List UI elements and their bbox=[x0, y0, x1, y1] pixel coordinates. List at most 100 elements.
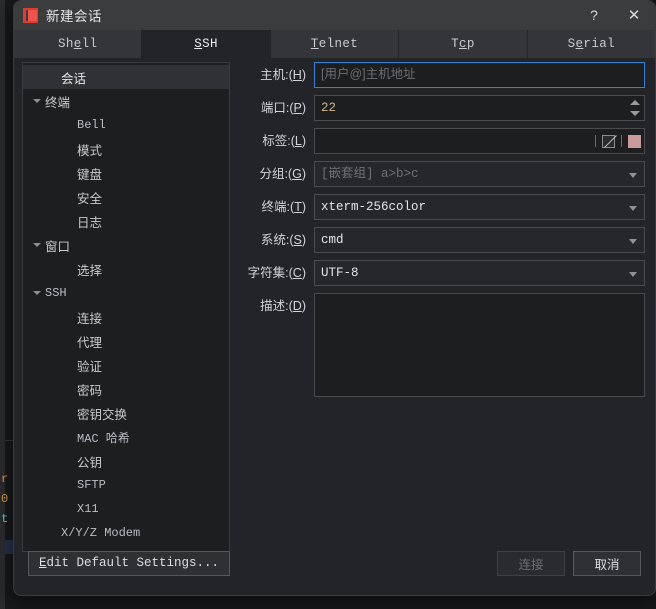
tree-item-label: SSH bbox=[45, 286, 67, 300]
dialog-footer: Edit Default Settings... 连接 取消 bbox=[14, 540, 655, 586]
tab-label: Serial bbox=[568, 37, 615, 51]
tab-ssh[interactable]: SSH bbox=[142, 30, 270, 58]
port-input[interactable] bbox=[314, 95, 645, 121]
tree-item[interactable]: 终端 bbox=[23, 89, 229, 113]
twisty-expanded-icon[interactable] bbox=[29, 243, 45, 247]
description-textarea[interactable] bbox=[314, 293, 645, 397]
terminal-row: 终端:(T) xterm-256color bbox=[242, 194, 645, 220]
tag-separator-icon bbox=[621, 135, 622, 147]
tab-telnet[interactable]: Telnet bbox=[271, 30, 399, 58]
tab-shell[interactable]: Shell bbox=[14, 30, 142, 58]
system-label: 系统:(S) bbox=[242, 227, 314, 253]
chevron-down-icon bbox=[629, 173, 637, 178]
tree-item-label: 公钥 bbox=[77, 452, 102, 471]
terminal-label: 终端:(T) bbox=[242, 194, 314, 220]
tab-tcp[interactable]: Tcp bbox=[399, 30, 527, 58]
dialog-title: 新建会话 bbox=[46, 5, 102, 25]
tree-item[interactable]: 连接 bbox=[23, 305, 229, 329]
tree-item-label: X11 bbox=[77, 502, 99, 516]
port-row: 端口:(P) bbox=[242, 95, 645, 121]
tree-item-label: 选择 bbox=[77, 260, 102, 279]
group-select[interactable]: [嵌套组] a>b>c bbox=[314, 161, 645, 187]
tree-item[interactable]: SSH bbox=[23, 281, 229, 305]
tab-label: Telnet bbox=[311, 37, 358, 51]
tree-item-label: 窗口 bbox=[45, 236, 70, 255]
tab-serial[interactable]: Serial bbox=[528, 30, 655, 58]
settings-tree[interactable]: 会话终端 Bell 模式键盘安全日志窗口选择 SSH 连接代理验证密码密钥交换 MAC 哈… bbox=[22, 62, 230, 552]
protocol-tabbar: Shell SSH Telnet Tcp Serial bbox=[14, 30, 655, 58]
charset-select-value: UTF-8 bbox=[321, 266, 359, 280]
port-stepper bbox=[627, 97, 643, 119]
terminal-select[interactable]: xterm-256color bbox=[314, 194, 645, 220]
chevron-down-icon bbox=[629, 206, 637, 211]
no-color-icon[interactable] bbox=[602, 135, 615, 148]
charset-label: 字符集:(C) bbox=[242, 260, 314, 286]
tree-item[interactable]: 模式 bbox=[23, 137, 229, 161]
tree-item[interactable]: 验证 bbox=[23, 353, 229, 377]
tag-color-swatch[interactable] bbox=[628, 135, 641, 148]
window-buttons: ? ✕ bbox=[575, 0, 655, 30]
tree-item-label: 日志 bbox=[77, 212, 102, 231]
tree-item[interactable]: 代理 bbox=[23, 329, 229, 353]
edit-default-settings-button[interactable]: Edit Default Settings... bbox=[28, 551, 230, 576]
chevron-down-icon bbox=[629, 239, 637, 244]
twisty-expanded-icon[interactable] bbox=[29, 291, 45, 295]
tag-separator-icon bbox=[595, 135, 596, 147]
tree-item-label: 安全 bbox=[77, 188, 102, 207]
system-select-value: cmd bbox=[321, 233, 344, 247]
tree-item[interactable]: Bell bbox=[23, 113, 229, 137]
chevron-down-icon bbox=[629, 272, 637, 277]
tag-row: 标签:(L) bbox=[242, 128, 645, 154]
tree-item-label: 终端 bbox=[45, 92, 70, 111]
stepper-up-icon[interactable] bbox=[630, 100, 640, 105]
tree-item[interactable]: MAC 哈希 bbox=[23, 425, 229, 449]
twisty-expanded-icon[interactable] bbox=[29, 99, 45, 103]
tree-item-label: 验证 bbox=[77, 356, 102, 375]
tree-item[interactable]: 键盘 bbox=[23, 161, 229, 185]
tree-item[interactable]: SFTP bbox=[23, 473, 229, 497]
tab-label: Shell bbox=[58, 37, 98, 51]
tree-item-label: 会话 bbox=[61, 68, 86, 87]
tree-item-label: MAC 哈希 bbox=[77, 429, 130, 446]
tab-label: Tcp bbox=[451, 37, 475, 51]
group-label: 分组:(G) bbox=[242, 161, 314, 187]
connect-button[interactable]: 连接 bbox=[497, 551, 565, 576]
host-input[interactable] bbox=[314, 62, 645, 88]
tree-item-label: 代理 bbox=[77, 332, 102, 351]
tree-item[interactable]: 日志 bbox=[23, 209, 229, 233]
system-select[interactable]: cmd bbox=[314, 227, 645, 253]
host-row: 主机:(H) bbox=[242, 62, 645, 88]
description-row: 描述:(D) bbox=[242, 293, 645, 402]
app-logo-icon bbox=[23, 8, 38, 23]
dialog-titlebar[interactable]: 新建会话 ? ✕ bbox=[14, 0, 655, 30]
help-button[interactable]: ? bbox=[575, 0, 613, 30]
stepper-down-icon[interactable] bbox=[630, 111, 640, 116]
tree-item[interactable]: X11 bbox=[23, 497, 229, 521]
tree-item-label: X/Y/Z Modem bbox=[61, 526, 140, 540]
tree-item-label: 键盘 bbox=[77, 164, 102, 183]
group-select-value: [嵌套组] a>b>c bbox=[321, 167, 419, 181]
tree-item-label: 密钥交换 bbox=[77, 404, 127, 423]
tag-tools bbox=[595, 128, 641, 154]
group-row: 分组:(G) [嵌套组] a>b>c bbox=[242, 161, 645, 187]
tree-item[interactable]: 密码 bbox=[23, 377, 229, 401]
tab-label: SSH bbox=[194, 37, 218, 51]
tree-item[interactable]: 公钥 bbox=[23, 449, 229, 473]
charset-select[interactable]: UTF-8 bbox=[314, 260, 645, 286]
tree-item[interactable]: 选择 bbox=[23, 257, 229, 281]
tree-item-label: 连接 bbox=[77, 308, 102, 327]
port-label: 端口:(P) bbox=[242, 95, 314, 121]
close-icon[interactable]: ✕ bbox=[613, 0, 655, 30]
cancel-button[interactable]: 取消 bbox=[573, 551, 641, 576]
host-label: 主机:(H) bbox=[242, 62, 314, 88]
session-form: 主机:(H) 端口:(P) bbox=[242, 62, 645, 409]
tree-item-label: 模式 bbox=[77, 140, 102, 159]
charset-row: 字符集:(C) UTF-8 bbox=[242, 260, 645, 286]
system-row: 系统:(S) cmd bbox=[242, 227, 645, 253]
tree-item[interactable]: 会话 bbox=[23, 65, 229, 89]
new-session-dialog: 新建会话 ? ✕ Shell SSH Telnet Tcp Serial 会话终端 Bel… bbox=[13, 0, 656, 596]
tree-item[interactable]: 密钥交换 bbox=[23, 401, 229, 425]
tree-item[interactable]: 窗口 bbox=[23, 233, 229, 257]
tree-item-label: SFTP bbox=[77, 478, 106, 492]
tree-item[interactable]: 安全 bbox=[23, 185, 229, 209]
